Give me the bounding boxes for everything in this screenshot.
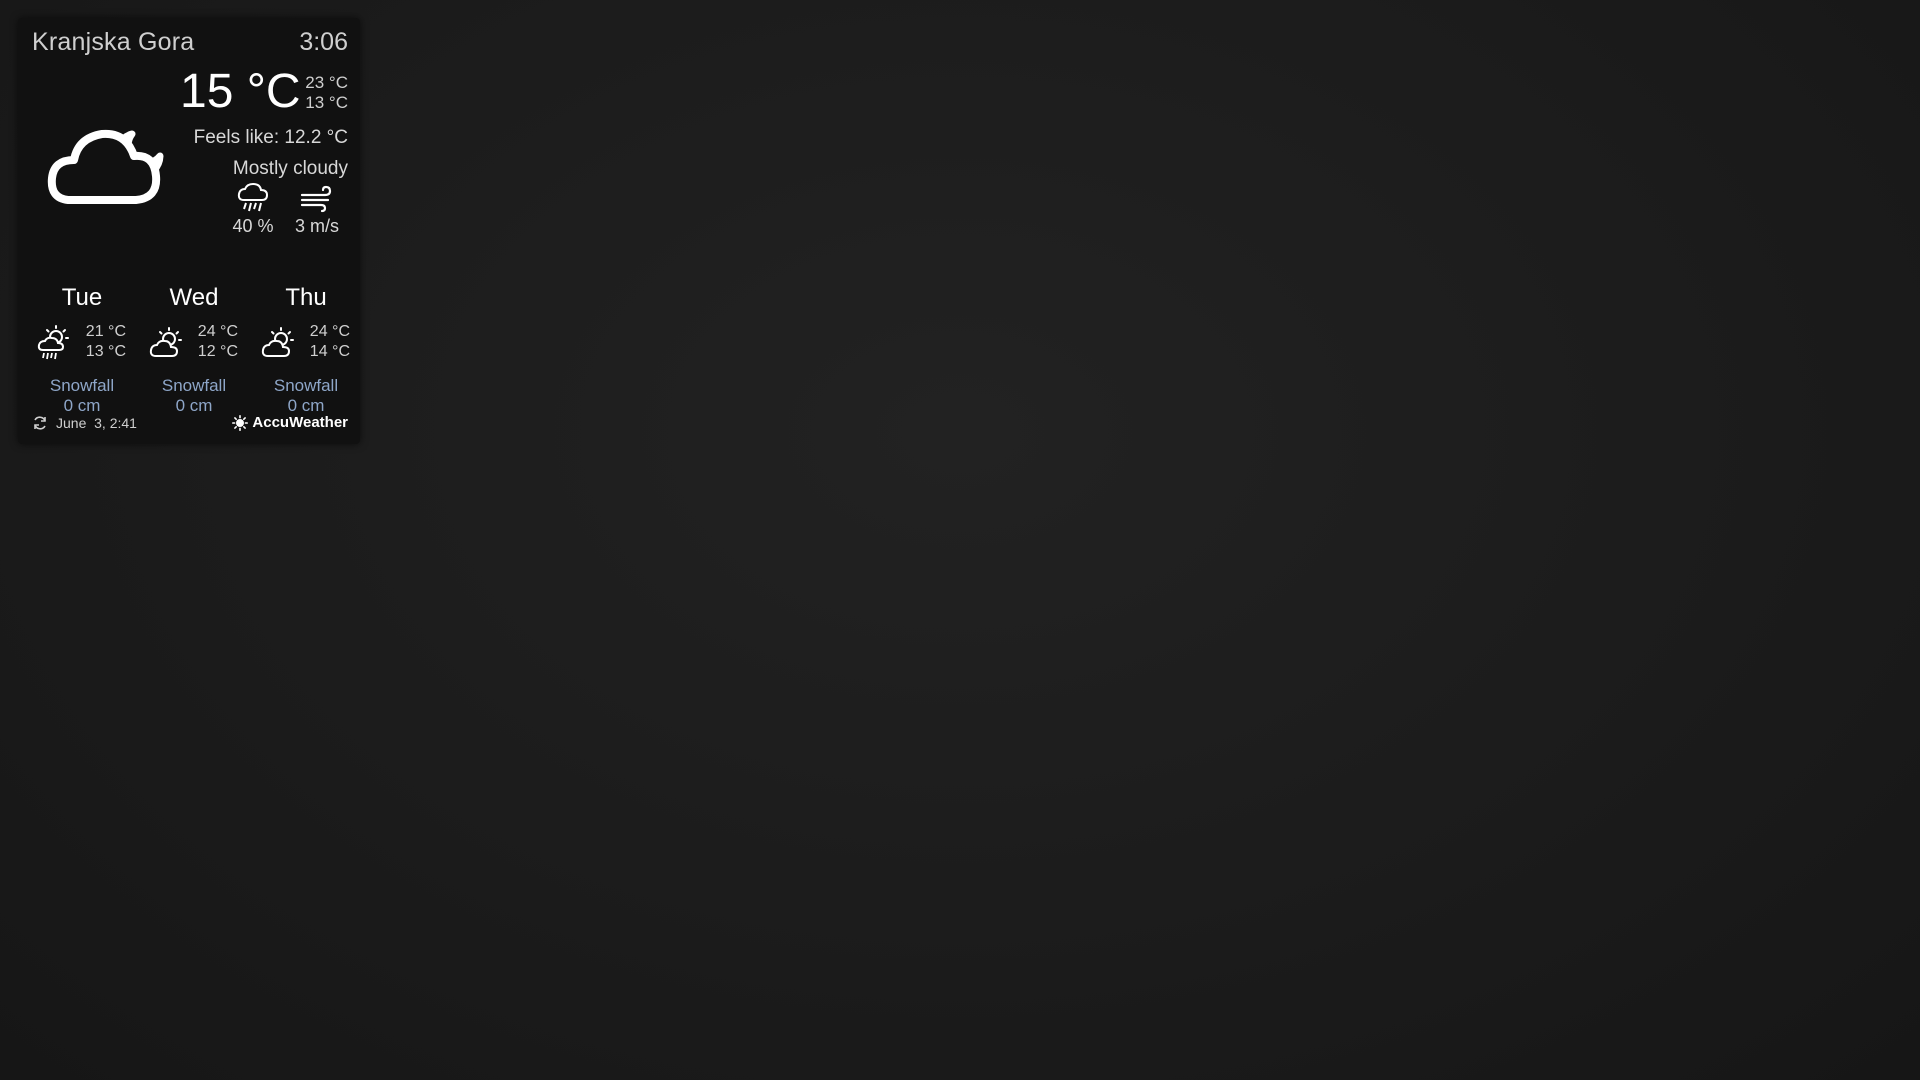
forecast-low: 13 °C — [85, 343, 126, 360]
today-high-low: 23 °C 13 °C — [305, 73, 348, 113]
sun-cloud-icon — [149, 327, 182, 357]
wind-icon — [300, 185, 332, 213]
forecast-high: 24 °C — [197, 323, 238, 340]
today-low: 13 °C — [305, 93, 348, 112]
forecast-high: 21 °C — [85, 323, 126, 340]
precipitation: 40 % — [228, 182, 278, 237]
forecast-low: 14 °C — [309, 343, 350, 360]
refresh-icon[interactable] — [32, 415, 48, 431]
condition-text: Mostly cloudy — [232, 158, 348, 179]
forecast-temps: 21 °C 13 °C — [86, 322, 126, 362]
precipitation-value: 40 % — [232, 216, 274, 236]
desktop-background: Kranjska Gora 3:06 15 °C 23 °C 13 °C Fee… — [0, 0, 1920, 1080]
wind: 3 m/s — [286, 182, 348, 237]
forecast-day: Thu 24 °C 14 °C Snowfall 0 cm — [250, 280, 362, 420]
wind-value: 3 m/s — [294, 216, 339, 236]
forecast-day-name: Thu — [285, 284, 327, 311]
clock-time: 3:06 — [299, 28, 348, 56]
forecast-high: 24 °C — [309, 323, 350, 340]
forecast-low: 12 °C — [197, 343, 238, 360]
brand-label: AccuWeather — [252, 414, 348, 431]
snowfall-label: Snowfall — [161, 376, 227, 395]
sun-cloud-rain-icon — [37, 325, 69, 360]
today-high: 23 °C — [305, 73, 348, 92]
feels-like: Feels like: 12.2 °C — [193, 127, 348, 148]
accuweather-link[interactable]: AccuWeather — [232, 414, 348, 431]
weather-widget[interactable]: Kranjska Gora 3:06 15 °C 23 °C 13 °C Fee… — [18, 18, 360, 444]
forecast-day: Wed 24 °C 12 °C Snowfall 0 cm — [138, 280, 250, 420]
forecast-day-name: Tue — [61, 284, 103, 311]
last-updated[interactable]: June 3, 2:41 — [32, 415, 137, 431]
snowfall-label: Snowfall — [49, 376, 115, 395]
last-updated-text: June 3, 2:41 — [56, 415, 137, 431]
forecast-temps: 24 °C 12 °C — [198, 322, 238, 362]
current-temperature: 15 °C — [180, 65, 301, 118]
sun-cloud-icon — [261, 327, 294, 357]
snowfall-value: 0 cm — [287, 396, 325, 415]
snowfall-value: 0 cm — [63, 396, 101, 415]
accuweather-sun-icon — [232, 414, 249, 431]
location-label: Kranjska Gora — [32, 28, 195, 56]
snowfall-value: 0 cm — [175, 396, 213, 415]
forecast-day-name: Wed — [169, 284, 219, 311]
forecast: Tue 21 °C 13 °C Snowfall 0 cm Wed 24 °C … — [26, 280, 360, 420]
forecast-day: Tue 21 °C 13 °C Snowfall 0 cm — [26, 280, 138, 420]
snowfall-label: Snowfall — [273, 376, 339, 395]
cloud-moon-icon — [47, 129, 164, 204]
rain-cloud-icon — [237, 182, 269, 212]
forecast-temps: 24 °C 14 °C — [310, 322, 350, 362]
